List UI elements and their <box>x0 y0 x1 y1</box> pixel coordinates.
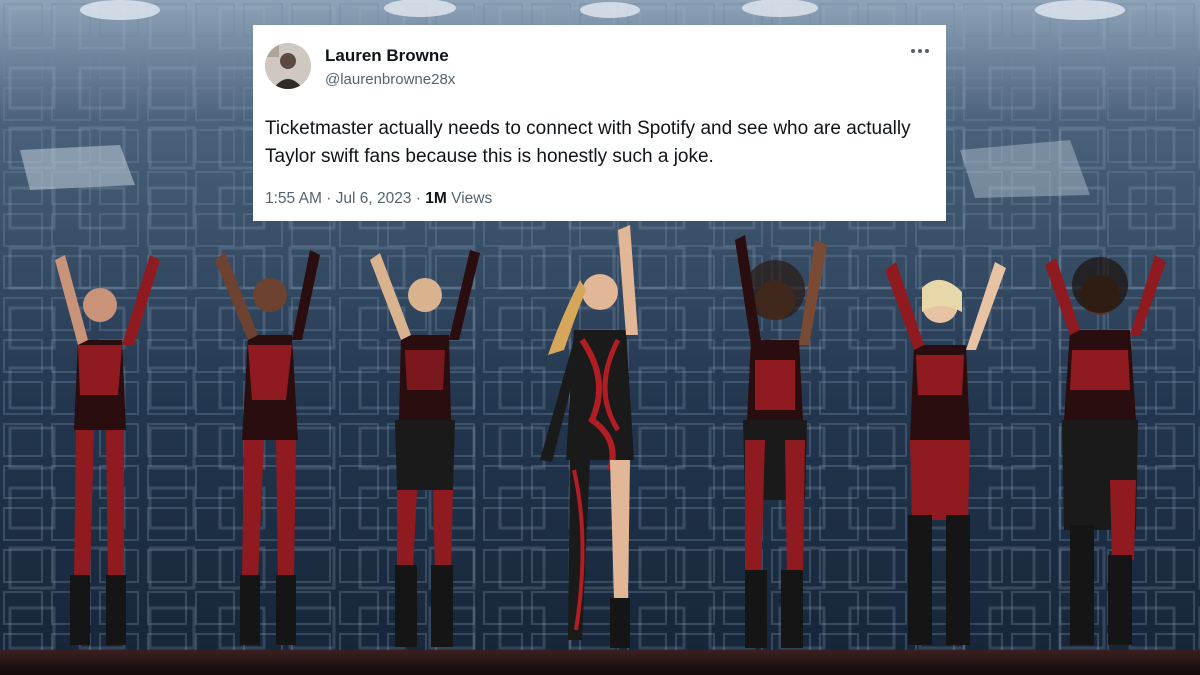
tweet-card[interactable]: Lauren Browne @laurenbrowne28x Ticketmas… <box>253 25 946 221</box>
more-horizontal-icon[interactable] <box>908 41 932 61</box>
timestamp[interactable]: 1:55 AM · Jul 6, 2023 <box>265 190 411 207</box>
meta-separator: · <box>415 190 421 207</box>
avatar[interactable] <box>265 43 311 89</box>
views-label: Views <box>451 190 493 207</box>
display-name[interactable]: Lauren Browne <box>325 46 449 66</box>
views-count: 1M <box>425 190 447 207</box>
tweet-text: Ticketmaster actually needs to connect w… <box>265 118 911 167</box>
tweet-meta: 1:55 AM · Jul 6, 2023 · 1M Views <box>265 190 492 208</box>
user-handle[interactable]: @laurenbrowne28x <box>325 71 455 88</box>
avatar-image <box>265 43 311 89</box>
